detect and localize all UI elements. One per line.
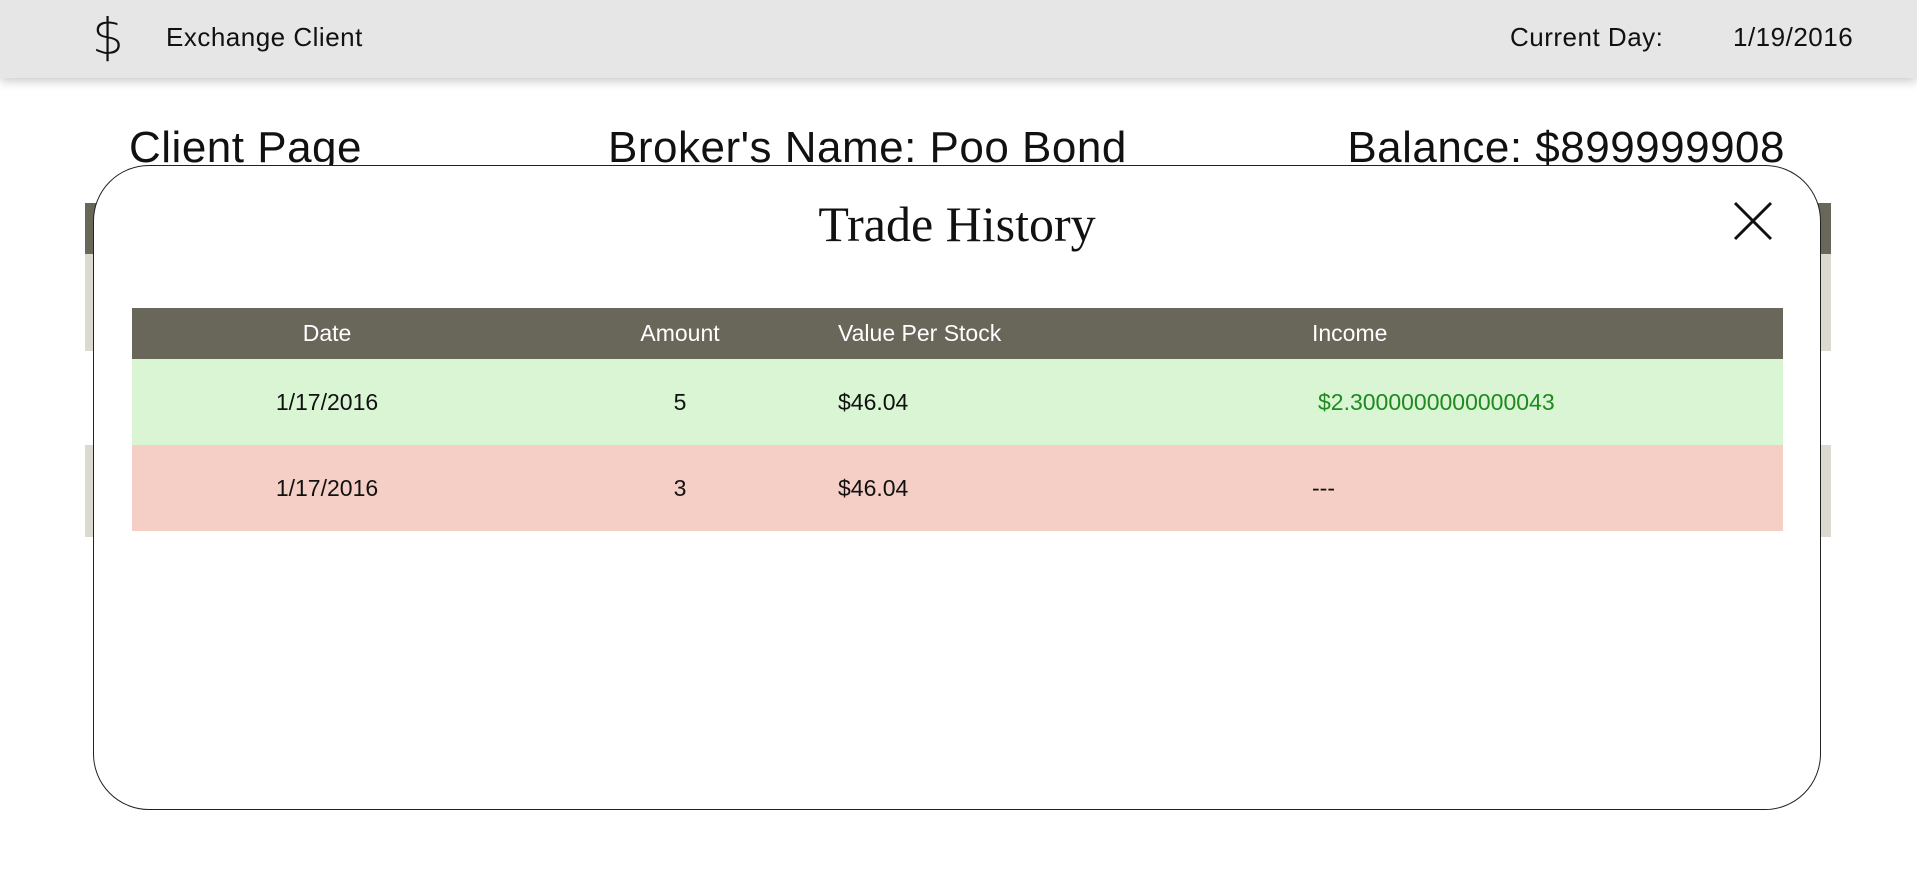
column-header-value-per-stock: Value Per Stock [838,308,1312,359]
cell-income: --- [1312,445,1783,531]
column-header-income: Income [1312,308,1783,359]
income-value: $2.3000000000000043 [1318,388,1555,415]
current-day-value: 1/19/2016 [1733,22,1854,52]
cell-income: $2.3000000000000043 [1312,359,1783,445]
close-button[interactable] [1731,199,1775,243]
app-title[interactable]: Exchange Client [166,22,363,53]
table-row: 1/17/2016 5 $46.04 $2.3000000000000043 [132,359,1783,445]
modal-title: Trade History [818,196,1096,252]
cell-date: 1/17/2016 [132,445,522,531]
cell-amount: 3 [522,445,838,531]
table-header-row: Date Amount Value Per Stock Income [132,308,1783,359]
column-header-date: Date [132,308,522,359]
cell-amount: 5 [522,359,838,445]
cell-value-per-stock: $46.04 [838,359,1312,445]
trade-history-modal: Trade History Date Amount Value Per Stoc… [93,165,1821,810]
cell-date: 1/17/2016 [132,359,522,445]
column-header-amount: Amount [522,308,838,359]
trade-history-table: Date Amount Value Per Stock Income 1/17/… [132,308,1783,531]
current-day-label: Current Day: [1510,22,1664,52]
close-icon [1733,201,1773,241]
table-row: 1/17/2016 3 $46.04 --- [132,445,1783,531]
top-navbar: $ Exchange Client Current Day: 1/19/2016 [0,0,1917,78]
dollar-logo-icon[interactable]: $ [92,6,124,68]
cell-value-per-stock: $46.04 [838,445,1312,531]
